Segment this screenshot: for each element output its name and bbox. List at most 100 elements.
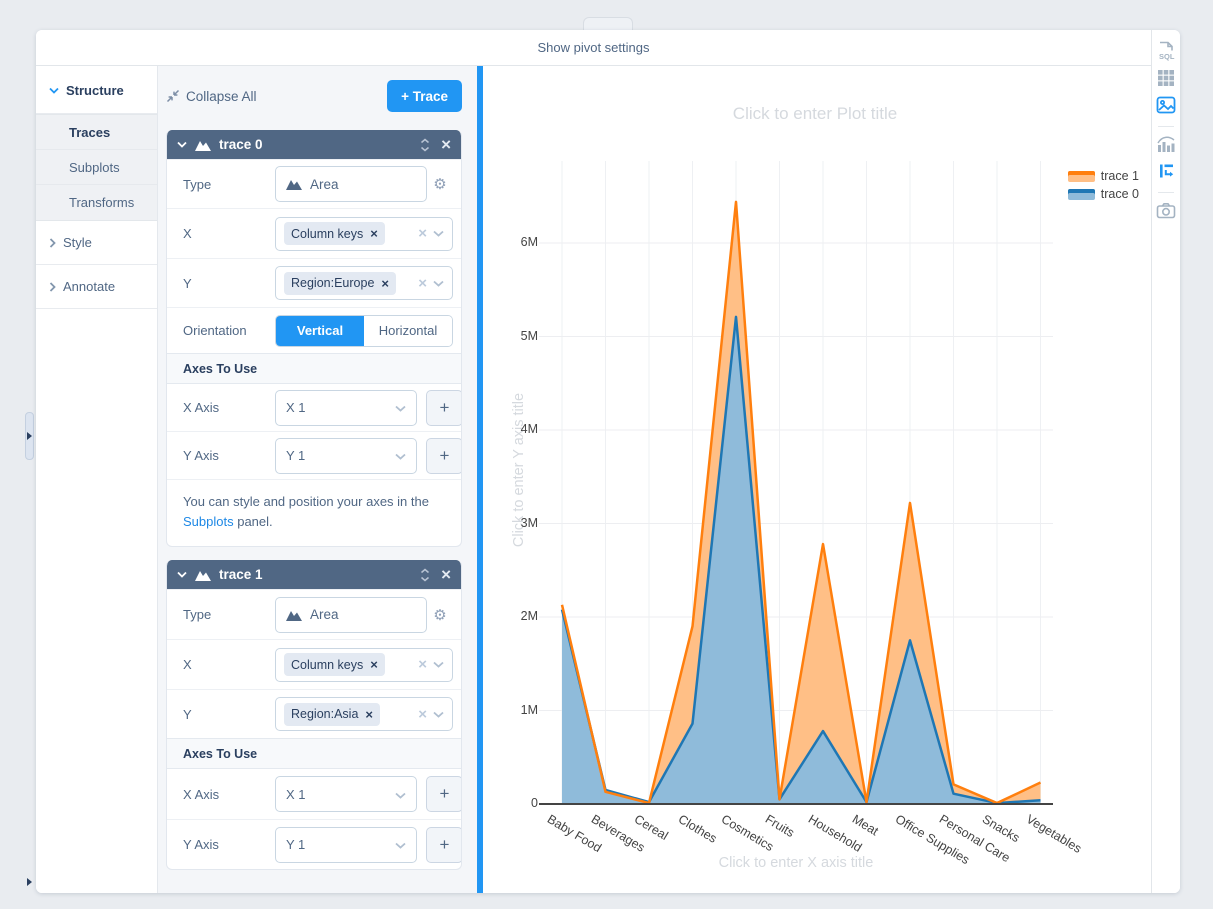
trace-config-panel: Collapse All + Trace trace 0 × Type [158,66,477,893]
orientation-vertical-button[interactable]: Vertical [276,316,364,346]
clear-icon[interactable]: × [418,275,427,292]
y-data-select[interactable]: Region:Asia× × [275,697,453,731]
axes-to-use-header: Axes To Use [167,353,461,384]
selected-chip: Column keys× [284,653,385,676]
legend-label: trace 0 [1101,187,1139,201]
legend-swatch [1068,189,1095,200]
y-tick-label: 5M [498,329,538,343]
chevron-down-icon[interactable] [433,711,444,718]
sidebar-item-style[interactable]: Style [36,221,157,265]
area-chart-icon [286,609,302,621]
chevron-down-icon[interactable] [433,230,444,237]
trace-type-select[interactable]: Area [275,166,427,202]
orientation-horizontal-button[interactable]: Horizontal [364,316,452,346]
drawer-tab[interactable] [583,17,633,31]
x-data-select[interactable]: Column keys× × [275,217,453,251]
right-toolbar: SQL [1151,30,1180,893]
reorder-icon[interactable] [419,138,431,152]
x-data-select[interactable]: Column keys× × [275,648,453,682]
legend-item[interactable]: trace 1 [1068,169,1139,183]
chevron-down-icon [177,571,187,578]
add-trace-button[interactable]: + Trace [387,80,462,112]
data-grid-icon[interactable] [1155,67,1177,89]
top-bar: Show pivot settings [36,30,1151,66]
chip-remove-icon[interactable]: × [370,657,378,672]
sidebar-item-annotate[interactable]: Annotate [36,265,157,309]
x-axis-select[interactable]: X 1 [275,776,417,812]
sidebar-item-structure[interactable]: Structure [36,68,157,114]
y-row: Y Region:Asia× × [167,689,461,738]
sidebar-item-transforms[interactable]: Transforms [36,185,157,220]
clear-icon[interactable]: × [418,225,427,242]
app-card: Show pivot settings Structure Traces Sub… [36,30,1180,893]
toolbar-divider [1158,126,1174,127]
y-data-select[interactable]: Region:Europe× × [275,266,453,300]
chevron-down-icon [177,141,187,148]
gear-icon[interactable]: ⚙ [427,175,453,193]
area-fill-trace-1 [562,202,1041,804]
subplots-link[interactable]: Subplots [183,514,234,529]
chart-image-icon[interactable] [1155,94,1177,116]
y-tick-label: 4M [498,422,538,436]
legend-item[interactable]: trace 0 [1068,187,1139,201]
add-y-axis-button[interactable]: + [426,827,462,863]
sidebar-item-subplots[interactable]: Subplots [36,150,157,185]
area-chart-icon [286,178,302,190]
add-y-axis-button[interactable]: + [426,438,462,474]
chevron-right-icon [49,282,56,292]
chevron-right-icon [49,238,56,248]
chip-remove-icon[interactable]: × [370,226,378,241]
clear-icon[interactable]: × [418,656,427,673]
toolbar-divider [1158,192,1174,193]
y-row: Y Region:Europe× × [167,258,461,307]
chip-remove-icon[interactable]: × [365,707,373,722]
add-x-axis-button[interactable]: + [426,390,462,426]
sidebar-item-traces[interactable]: Traces [36,115,157,150]
chart-stats-icon[interactable] [1155,133,1177,155]
trace-1-header[interactable]: trace 1 × [167,560,461,589]
close-icon[interactable]: × [441,136,451,153]
chevron-down-icon [49,87,59,94]
x-axis-select[interactable]: X 1 [275,390,417,426]
y-tick-label: 3M [498,516,538,530]
y-tick-label: 2M [498,609,538,623]
legend-label: trace 1 [1101,169,1139,183]
show-pivot-settings-button[interactable]: Show pivot settings [537,40,649,55]
x-axis-row: X Axis X 1 + [167,769,461,819]
trace-0-header[interactable]: trace 0 × [167,130,461,159]
gear-icon[interactable]: ⚙ [427,606,453,624]
pivot-icon[interactable] [1155,160,1177,182]
axes-to-use-header: Axes To Use [167,738,461,769]
selected-chip: Region:Asia× [284,703,380,726]
close-icon[interactable]: × [441,566,451,583]
reorder-icon[interactable] [419,568,431,582]
trace-type-select[interactable]: Area [275,597,427,633]
collapse-all-button[interactable]: Collapse All [166,89,257,104]
chart-canvas[interactable]: Click to enter Plot title Click to enter… [483,66,1151,893]
trace-title: trace 1 [219,567,263,582]
area-chart-icon [195,569,211,581]
y-axis-select[interactable]: Y 1 [275,827,417,863]
x-axis-title-placeholder[interactable]: Click to enter X axis title [596,855,996,871]
chevron-down-icon[interactable] [433,280,444,287]
selected-chip: Region:Europe× [284,272,396,295]
left-panel-expand-handle[interactable] [25,412,34,460]
plot-title-placeholder[interactable]: Click to enter Plot title [615,104,1015,124]
chevron-down-icon[interactable] [433,661,444,668]
bottom-left-expand-icon[interactable] [27,878,32,886]
y-axis-title-placeholder[interactable]: Click to enter Y axis title [511,320,527,620]
sql-file-icon[interactable]: SQL [1155,40,1177,62]
orientation-toggle: Vertical Horizontal [275,315,453,347]
x-row: X Column keys× × [167,639,461,689]
chevron-down-icon [395,405,406,412]
trace-1-card: trace 1 × Type Area ⚙ X [166,560,462,870]
camera-icon[interactable] [1155,199,1177,221]
type-row: Type Area ⚙ [167,159,461,208]
chip-remove-icon[interactable]: × [381,276,389,291]
add-x-axis-button[interactable]: + [426,776,462,812]
clear-icon[interactable]: × [418,706,427,723]
chevron-right-icon [27,432,32,440]
chevron-down-icon [395,792,406,799]
y-axis-select[interactable]: Y 1 [275,438,417,474]
collapse-icon [166,89,180,103]
